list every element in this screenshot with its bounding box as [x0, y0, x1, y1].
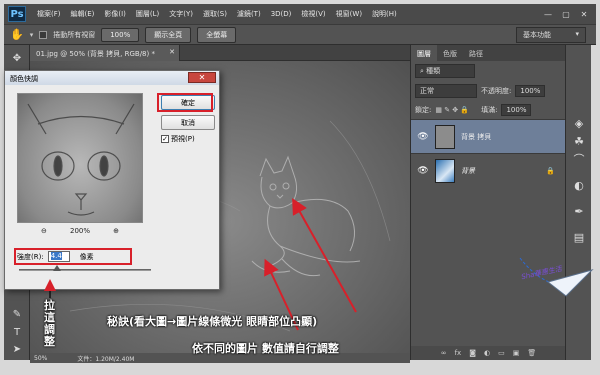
tip-annotation: 秘訣(看大圖→圖片線條微光 眼睛部位凸顯)	[107, 315, 318, 328]
note-annotation: 依不同的圖片 數值請自行調整	[192, 342, 339, 355]
side-annotation: 拉這調整	[44, 299, 55, 348]
arrow-to-eyes	[292, 198, 357, 313]
